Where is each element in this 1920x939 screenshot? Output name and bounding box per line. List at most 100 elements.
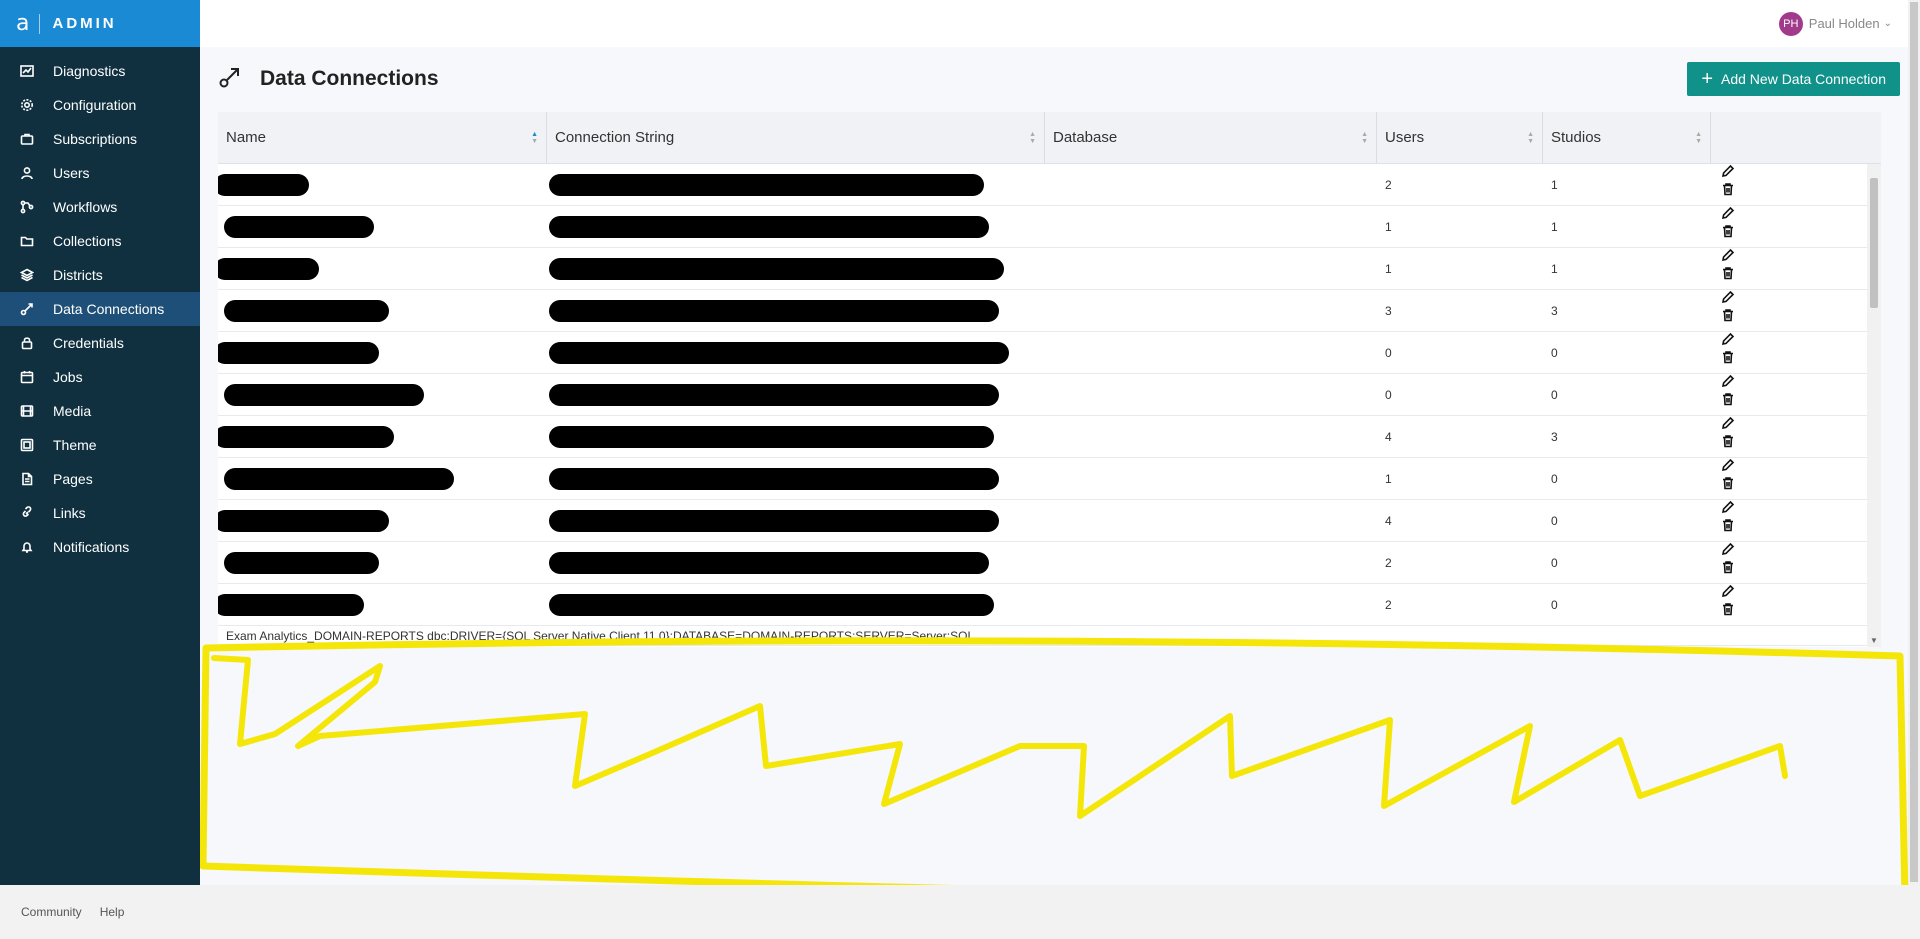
table-row[interactable]: 21 [218,164,1881,206]
cell-studios: 1 [1551,261,1558,276]
sidebar-item-notifications[interactable]: Notifications [0,530,200,564]
edit-pencil-icon[interactable] [1721,416,1735,432]
sidebar-item-label: Links [53,505,86,521]
cell-users: 3 [1385,303,1392,318]
edit-pencil-icon[interactable] [1721,500,1735,516]
edit-pencil-icon[interactable] [1721,374,1735,390]
delete-trash-icon[interactable] [1721,224,1735,240]
sidebar-item-workflows[interactable]: Workflows [0,190,200,224]
edit-pencil-icon[interactable] [1721,248,1735,264]
edit-pencil-icon[interactable] [1721,458,1735,474]
cell-studios: 0 [1551,387,1558,402]
sidebar-item-diagnostics[interactable]: Diagnostics [0,54,200,88]
brand-bar[interactable]: a ADMIN [0,0,200,47]
column-header-studios[interactable]: Studios ▲ ▼ [1543,112,1711,163]
sidebar-item-label: Credentials [53,335,124,351]
edit-pencil-icon[interactable] [1721,542,1735,558]
footer-link-community[interactable]: Community [21,905,82,919]
delete-trash-icon[interactable] [1721,518,1735,534]
delete-trash-icon[interactable] [1721,308,1735,324]
sidebar-item-users[interactable]: Users [0,156,200,190]
cell-users: 1 [1385,261,1392,276]
sidebar-item-subscriptions[interactable]: Subscriptions [0,122,200,156]
table-row[interactable]: 00 [218,332,1881,374]
sidebar-item-pages[interactable]: Pages [0,462,200,496]
redaction-mark [549,425,994,448]
table-row[interactable]: 10 [218,458,1881,500]
table-row[interactable]: 11 [218,248,1881,290]
column-header-users[interactable]: Users ▲ ▼ [1377,112,1543,163]
gear-icon [20,98,34,112]
scroll-down-icon[interactable]: ▼ [1870,636,1878,645]
column-header-actions [1711,112,1861,163]
delete-trash-icon[interactable] [1721,392,1735,408]
sidebar-item-media[interactable]: Media [0,394,200,428]
sidebar-item-theme[interactable]: Theme [0,428,200,462]
sidebar-item-collections[interactable]: Collections [0,224,200,258]
table-row[interactable]: 20 [218,542,1881,584]
delete-trash-icon[interactable] [1721,560,1735,576]
column-header-database[interactable]: Database ▲ ▼ [1045,112,1377,163]
sidebar: a ADMIN Diagnostics Configuration Subscrip… [0,0,200,885]
data-connections-table: Name ▲ ▼ Connection String ▲ ▼ Database ▲ ▼… [218,112,1881,647]
table-row[interactable]: 00 [218,374,1881,416]
sort-icon: ▲ ▼ [1695,130,1702,145]
edit-pencil-icon[interactable] [1721,290,1735,306]
redaction-mark [218,509,389,532]
redaction-mark [549,257,1004,280]
cell-actions [1711,332,1861,373]
sidebar-item-districts[interactable]: Districts [0,258,200,292]
table-row[interactable]: 20 [218,584,1881,626]
table-header: Name ▲ ▼ Connection String ▲ ▼ Database ▲ ▼… [218,112,1881,164]
page-icon [20,472,34,486]
delete-trash-icon[interactable] [1721,476,1735,492]
add-data-connection-button[interactable]: + Add New Data Connection [1687,62,1900,96]
column-header-name[interactable]: Name ▲ ▼ [218,112,547,163]
sidebar-item-label: Theme [53,437,97,453]
delete-trash-icon[interactable] [1721,350,1735,366]
table-scrollbar[interactable]: ▼ [1867,164,1881,647]
lock-icon [20,336,34,350]
sidebar-item-jobs[interactable]: Jobs [0,360,200,394]
redaction-mark [224,551,379,574]
table-row-partial[interactable]: Exam Analytics_DOMAIN-REPORTS dbc:DRIVER… [218,626,1881,646]
edit-pencil-icon[interactable] [1721,332,1735,348]
table-row[interactable]: 33 [218,290,1881,332]
sidebar-item-label: Media [53,403,92,419]
link-icon [20,506,34,520]
redaction-mark [218,341,379,364]
table-row[interactable]: 40 [218,500,1881,542]
delete-trash-icon[interactable] [1721,182,1735,198]
cell-name [218,290,547,331]
cell-users: 1 [1385,471,1392,486]
footer-link-help[interactable]: Help [100,905,125,919]
sidebar-item-configuration[interactable]: Configuration [0,88,200,122]
sidebar-item-data-connections[interactable]: Data Connections [0,292,200,326]
sidebar-item-links[interactable]: Links [0,496,200,530]
cell-studios: 0 [1551,597,1558,612]
page-header: Data Connections + Add New Data Connecti… [200,47,1920,111]
cell-actions [1711,584,1861,625]
cell-database [1045,374,1377,415]
scrollbar-thumb[interactable] [1870,178,1878,308]
delete-trash-icon[interactable] [1721,266,1735,282]
cell-connection-string [547,332,1045,373]
column-header-connection-string[interactable]: Connection String ▲ ▼ [547,112,1045,163]
delete-trash-icon[interactable] [1721,434,1735,450]
edit-pencil-icon[interactable] [1721,164,1735,180]
cell-users: 0 [1385,387,1392,402]
page-scrollbar-thumb[interactable] [1910,2,1918,882]
edit-pencil-icon[interactable] [1721,584,1735,600]
edit-pencil-icon[interactable] [1721,206,1735,222]
user-menu[interactable]: PH Paul Holden ⌄ [1778,11,1892,36]
page-scrollbar[interactable] [1908,0,1920,885]
table-row[interactable]: 11 [218,206,1881,248]
palette-icon [20,438,34,452]
cell-connection-string [547,542,1045,583]
cell-actions [1711,542,1861,583]
table-row[interactable]: 43 [218,416,1881,458]
calendar-icon [20,370,34,384]
column-header-label: Users [1385,129,1425,146]
delete-trash-icon[interactable] [1721,602,1735,618]
sidebar-item-credentials[interactable]: Credentials [0,326,200,360]
